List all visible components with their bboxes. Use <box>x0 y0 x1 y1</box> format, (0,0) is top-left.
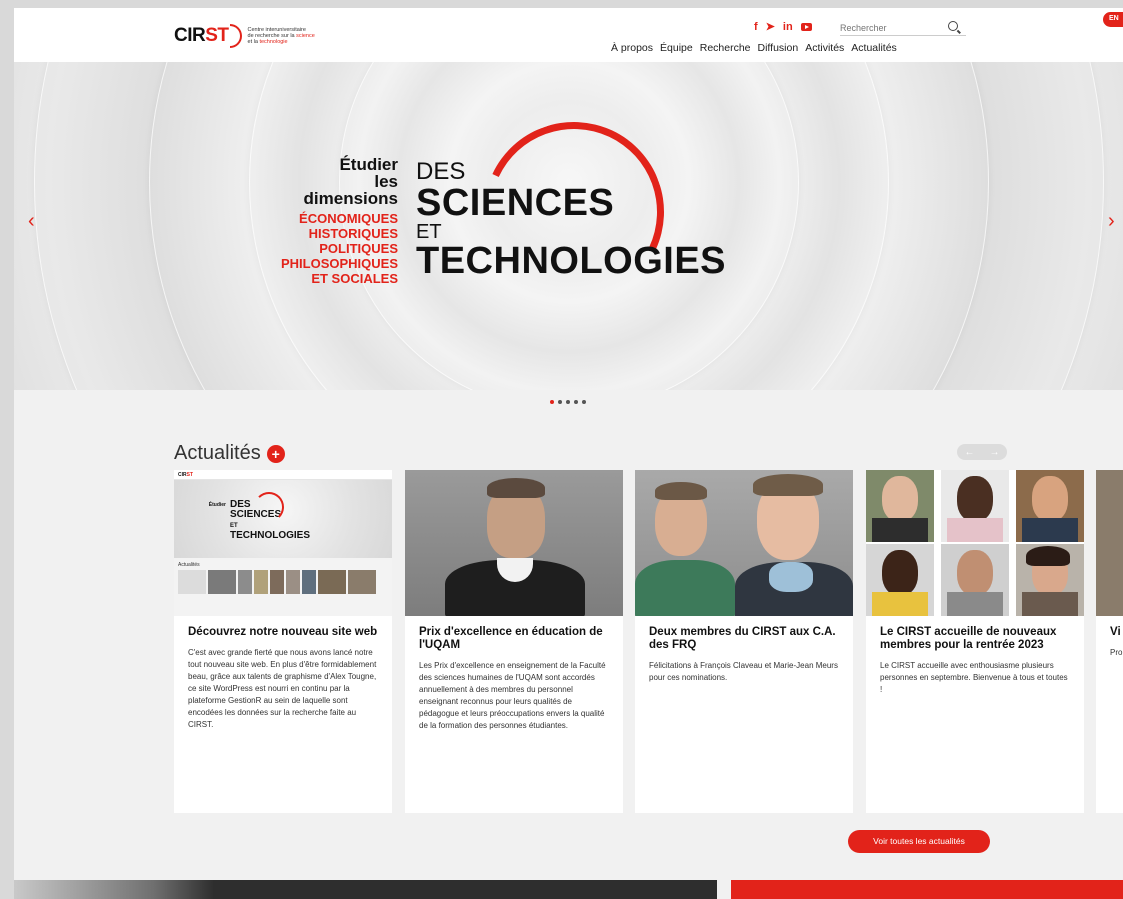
news-card-image <box>635 470 853 616</box>
news-card-image <box>866 470 1084 616</box>
news-card-image <box>405 470 623 616</box>
see-all-news-button[interactable]: Voir toutes les actualités <box>848 830 990 853</box>
logo-arc-icon <box>229 24 242 48</box>
news-card[interactable]: Vi pr sc Pro et l'Ur jus rec tra sa co l… <box>1096 470 1123 813</box>
social-links: f ➤ in <box>754 20 812 33</box>
hero-prev-arrow-icon[interactable]: ‹ <box>28 210 35 233</box>
slider-dot[interactable] <box>566 400 570 404</box>
nav-item-equipe[interactable]: Équipe <box>660 42 693 54</box>
news-card[interactable]: Deux membres du CIRST aux C.A. des FRQ F… <box>635 470 853 813</box>
hero-red-line: POLITIQUES <box>319 241 398 256</box>
news-card-title: Prix d'excellence en éducation de l'UQAM <box>419 626 603 651</box>
news-section-title: Actualités + <box>174 442 285 465</box>
twitter-icon[interactable]: ➤ <box>766 20 775 33</box>
slider-dot[interactable] <box>582 400 586 404</box>
hero-red-line: PHILOSOPHIQUES <box>280 256 398 271</box>
footer-map-image <box>14 880 214 899</box>
logo-tagline-line3-b: technologie <box>259 39 288 45</box>
youtube-icon[interactable] <box>800 22 812 31</box>
news-card[interactable]: Prix d'excellence en éducation de l'UQAM… <box>405 470 623 813</box>
nav-item-diffusion[interactable]: Diffusion <box>758 42 799 54</box>
hero-des: DES <box>416 158 466 185</box>
news-card[interactable]: Le CIRST accueille de nouveaux membres p… <box>866 470 1084 813</box>
logo-tagline: Centre interuniversitaire de recherche s… <box>248 27 338 45</box>
news-card-text: Félicitations à François Claveau et Mari… <box>649 661 838 682</box>
page: CIR ST Centre interuniversitaire de rech… <box>14 8 1123 899</box>
logo-cir-text: CIR <box>174 25 206 46</box>
news-card-title: Découvrez notre nouveau site web <box>188 626 378 638</box>
hero-et: ET <box>416 221 442 243</box>
news-plus-button[interactable]: + <box>266 444 285 463</box>
news-card-text: C'est avec grande fierté que nous avons … <box>188 648 377 729</box>
logo-tagline-line3-a: et la <box>247 39 258 45</box>
language-toggle-button[interactable]: EN <box>1103 12 1123 27</box>
hero-technologies: TECHNOLOGIES <box>416 240 727 282</box>
news-card-title: Vi pr sc <box>1110 626 1123 638</box>
hero-slider: ‹ › Étudier les dimensions ÉCONOMIQUES H… <box>14 62 1123 390</box>
nav-item-activites[interactable]: Activités <box>805 42 844 54</box>
slider-dot[interactable] <box>550 400 554 404</box>
carousel-prev-icon[interactable]: ← <box>965 447 975 458</box>
slider-dots <box>550 400 586 404</box>
slider-dot[interactable] <box>574 400 578 404</box>
search-input[interactable] <box>840 20 940 36</box>
search-box <box>840 18 966 36</box>
news-carousel-control: ← → <box>957 444 1007 460</box>
cirst-logo[interactable]: CIR ST Centre interuniversitaire de rech… <box>174 24 338 48</box>
hero-line-etudier: Étudier <box>339 155 398 174</box>
news-title-text: Actualités <box>174 442 261 464</box>
logo-tagline-line3: et la technologie <box>248 39 338 45</box>
main-nav: À propos Équipe Recherche Diffusion Acti… <box>611 42 897 54</box>
nav-item-recherche[interactable]: Recherche <box>700 42 751 54</box>
nav-item-actualites[interactable]: Actualités <box>851 42 897 54</box>
news-cards: CIRST Étudier DES SCIENCES ET TECHNOLOGIES … <box>174 470 1123 813</box>
hero-red-line: ET SOCIALES <box>311 271 398 286</box>
news-card-image: CIRST Étudier DES SCIENCES ET TECHNOLOGIES … <box>174 470 392 616</box>
hero-sciences: SCIENCES <box>416 182 615 224</box>
logo-st-text: ST <box>205 25 229 46</box>
footer-red-banner <box>731 880 1123 899</box>
news-card-title: Le CIRST accueille de nouveaux membres p… <box>880 626 1057 651</box>
news-card-title: Deux membres du CIRST aux C.A. des FRQ <box>649 626 836 651</box>
news-card-text: Les Prix d'excellence en enseignement de… <box>419 661 606 730</box>
hero-line-dimensions: les dimensions <box>303 172 398 208</box>
carousel-next-icon[interactable]: → <box>990 447 1000 458</box>
hero-next-arrow-icon[interactable]: › <box>1108 210 1115 233</box>
slider-dot[interactable] <box>558 400 562 404</box>
linkedin-icon[interactable]: in <box>783 21 793 33</box>
search-icon[interactable] <box>948 21 958 31</box>
news-card[interactable]: CIRST Étudier DES SCIENCES ET TECHNOLOGIES … <box>174 470 392 813</box>
site-header: CIR ST Centre interuniversitaire de rech… <box>14 8 1123 62</box>
news-card-text: Le CIRST accueille avec enthousiasme plu… <box>880 661 1068 694</box>
hero-red-line: ÉCONOMIQUES <box>299 211 398 226</box>
logo-tagline-line2-b: science <box>296 33 315 39</box>
hero-red-line: HISTORIQUES <box>308 226 398 241</box>
hero-right-text: DES SCIENCES ET TECHNOLOGIES <box>416 158 727 282</box>
news-card-image <box>1096 470 1123 616</box>
nav-item-a-propos[interactable]: À propos <box>611 42 653 54</box>
news-card-text: Pro et l'Ur jus rec tra sa co l'Ur <box>1110 648 1123 657</box>
facebook-icon[interactable]: f <box>754 21 758 33</box>
hero-left-text: Étudier les dimensions ÉCONOMIQUES HISTO… <box>278 156 398 286</box>
